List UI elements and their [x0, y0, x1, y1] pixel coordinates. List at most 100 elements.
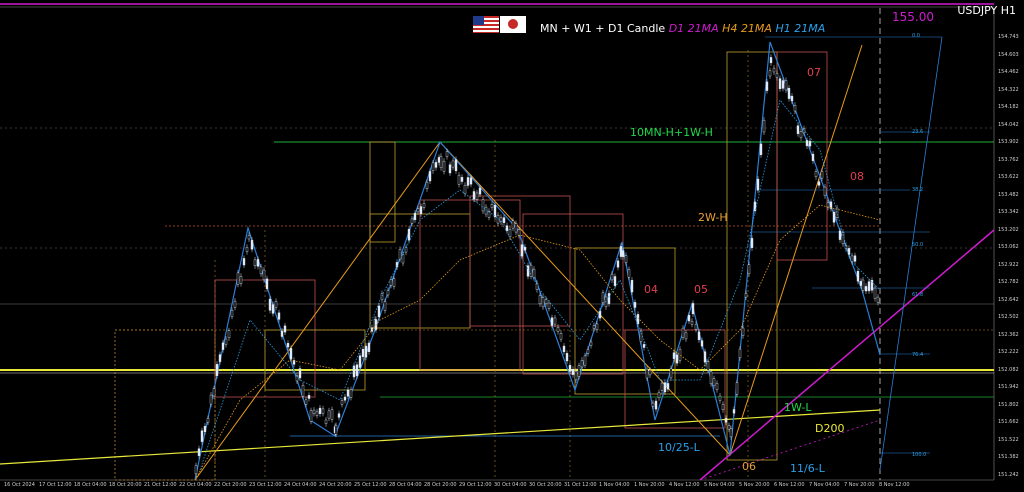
candle-body	[200, 430, 204, 442]
candle-body	[206, 418, 210, 423]
candle-body	[565, 353, 569, 362]
candle-body	[538, 295, 542, 305]
candle-body	[772, 67, 776, 73]
candle-body	[197, 448, 201, 456]
candle-body	[765, 81, 769, 91]
candle-body	[687, 314, 691, 322]
header-d1-ma: D1 21MA	[668, 22, 719, 35]
candle-body	[392, 278, 396, 287]
price-tick: 151.382	[998, 454, 1019, 460]
candle-body	[343, 396, 347, 401]
price-tick: 151.942	[998, 384, 1019, 390]
candle-body	[621, 250, 625, 257]
candle-body	[715, 383, 719, 390]
time-tick: 18 Oct 20:00	[109, 482, 142, 488]
candle-body	[853, 255, 857, 262]
time-tick: 30 Oct 20:00	[529, 482, 562, 488]
time-tick: 28 Oct 04:00	[389, 482, 422, 488]
candle-body	[630, 280, 634, 293]
price-level-label: 155.00	[892, 10, 934, 24]
candle-body	[457, 174, 461, 185]
candle-body	[523, 247, 527, 251]
candle-body	[490, 204, 494, 208]
candle-body	[389, 279, 393, 286]
candle-body	[562, 345, 566, 353]
candle-body	[349, 389, 353, 398]
candle-body	[259, 266, 263, 275]
candle-body	[873, 287, 877, 299]
h1-candles	[194, 54, 880, 477]
candle-body	[475, 192, 479, 200]
candle-body	[422, 203, 426, 208]
price-chart[interactable]	[0, 0, 1024, 492]
candle-body	[790, 95, 794, 102]
candle-body	[230, 310, 234, 317]
candle-body	[309, 410, 313, 422]
candle-body	[398, 249, 402, 260]
candle-body	[277, 312, 281, 320]
candle-body	[419, 206, 423, 214]
price-tick: 151.802	[998, 401, 1019, 408]
candle-body	[627, 269, 631, 278]
price-tick: 152.082	[998, 366, 1019, 373]
candle-body	[428, 171, 432, 182]
candle-body	[268, 298, 272, 311]
candle-body	[672, 352, 676, 359]
label-wave-07: 07	[807, 66, 821, 79]
candle-body	[413, 213, 417, 221]
time-tick: 31 Oct 12:00	[564, 482, 597, 488]
candle-body	[639, 330, 643, 342]
candle-body	[642, 344, 646, 348]
candle-body	[762, 119, 766, 133]
candle-body	[271, 304, 275, 314]
candle-body	[744, 293, 748, 298]
candle-body	[624, 255, 628, 263]
candle-body	[607, 293, 611, 304]
candle-body	[224, 338, 228, 345]
candle-body	[712, 378, 716, 386]
candle-body	[265, 278, 269, 289]
candle-body	[729, 428, 733, 438]
candle-body	[484, 206, 488, 215]
candle-body	[410, 218, 414, 224]
candle-body	[416, 208, 420, 213]
candle-body	[454, 159, 458, 172]
candle-body	[434, 162, 438, 168]
candle-body	[727, 425, 731, 430]
time-tick: 22 Oct 04:00	[179, 482, 212, 488]
label-10mn: 10MN-H+1W-H	[630, 126, 713, 139]
header-prefix: MN + W1 + D1 Candle	[540, 22, 666, 35]
header-h4-ma: H4 21MA	[722, 22, 772, 35]
price-tick: 152.642	[998, 296, 1019, 303]
candle-body	[478, 187, 482, 195]
candle-body	[517, 229, 521, 236]
fib-label: 50.0	[912, 242, 924, 248]
candle-body	[203, 426, 207, 432]
time-tick: 21 Oct 12:00	[144, 482, 177, 488]
candle-body	[307, 395, 311, 399]
candle-body	[859, 281, 863, 286]
candle-body	[577, 365, 581, 377]
time-tick: 30 Oct 04:00	[494, 482, 527, 488]
price-tick: 154.743	[998, 34, 1019, 40]
candle-body	[312, 409, 316, 414]
candle-body	[212, 388, 216, 397]
price-tick: 152.222	[998, 349, 1019, 355]
price-tick: 153.342	[998, 209, 1019, 215]
candle-body	[718, 395, 722, 401]
time-tick: 1 Nov 04:00	[599, 482, 630, 488]
candle-body	[532, 268, 536, 278]
candle-body	[502, 217, 506, 224]
price-tick: 151.662	[998, 419, 1019, 425]
candle-body	[508, 229, 512, 237]
candle-body	[657, 392, 661, 399]
time-tick: 6 Nov 12:00	[774, 482, 805, 488]
japan-flag-icon	[500, 16, 526, 33]
candle-body	[361, 348, 365, 357]
candle-body	[876, 296, 880, 303]
time-tick: 25 Oct 12:00	[354, 482, 387, 488]
candle-body	[738, 348, 742, 358]
candle-body	[663, 382, 667, 393]
candle-body	[247, 235, 251, 240]
candle-body	[386, 290, 390, 296]
